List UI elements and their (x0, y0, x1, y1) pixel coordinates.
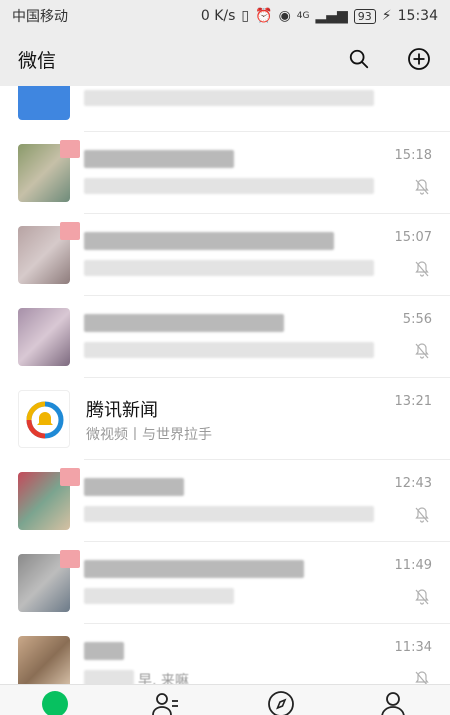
unread-badge (60, 550, 80, 568)
tab-contacts[interactable] (150, 689, 180, 715)
chat-name-redacted (84, 478, 184, 496)
status-bar: 中国移动 0 K/s ▯ ⏰ ◉ 4G ▂▄▆ 93 ⚡ 15:34 (0, 0, 450, 32)
net-speed: 0 K/s (200, 8, 236, 24)
avatar (18, 308, 70, 366)
battery-level: 93 (353, 8, 376, 24)
charging-icon: ⚡ (381, 8, 392, 24)
chat-row-tencent-news[interactable]: 腾讯新闻 微视频丨与世界拉手 13:21 (0, 378, 450, 460)
chat-row[interactable]: 早, 来嘛 11:34 (0, 624, 450, 684)
chat-time: 12:43 (394, 476, 432, 491)
vibrate-icon: ▯ (241, 8, 250, 24)
chat-preview-redacted (84, 90, 374, 106)
unread-badge (60, 222, 80, 240)
mute-bell-icon (415, 589, 429, 605)
chat-time: 15:18 (394, 148, 432, 163)
chat-name-redacted (84, 642, 124, 660)
chat-name-redacted (84, 232, 334, 250)
chat-time: 15:07 (394, 230, 432, 245)
me-person-icon (381, 692, 405, 715)
avatar (18, 86, 70, 120)
chats-tab-icon (42, 691, 68, 715)
eye-icon: ◉ (278, 8, 291, 24)
bottom-tab-bar (0, 684, 450, 715)
alarm-icon: ⏰ (255, 8, 273, 24)
chat-name: 腾讯新闻 (86, 400, 158, 421)
chat-row[interactable]: 5:56 (0, 296, 450, 378)
chat-preview-redacted (84, 670, 134, 684)
tab-chats[interactable] (40, 689, 70, 715)
chat-preview: 微视频丨与世界拉手 (86, 427, 212, 443)
tab-me[interactable] (378, 689, 408, 715)
discover-compass-icon (268, 691, 294, 715)
search-icon[interactable] (346, 46, 372, 72)
avatar (18, 636, 70, 684)
contacts-icon (152, 693, 178, 715)
status-indicators: 0 K/s ▯ ⏰ ◉ 4G ▂▄▆ 93 ⚡ 15:34 (201, 8, 438, 24)
plus-circle-icon[interactable] (406, 46, 432, 72)
chat-name-redacted (84, 560, 304, 578)
chat-time: 13:21 (394, 394, 432, 409)
chat-row[interactable]: 15:07 (0, 214, 450, 296)
chat-time: 11:49 (394, 558, 432, 573)
page-title: 微信 (18, 49, 57, 72)
chat-preview-redacted (84, 260, 374, 276)
chat-name-redacted (84, 314, 284, 332)
mute-bell-icon (415, 179, 429, 195)
mute-bell-icon (415, 343, 429, 359)
app-header: 微信 (0, 32, 450, 86)
chat-preview-fragment: 早, 来嘛 (138, 673, 189, 684)
chat-row[interactable]: 11:49 (0, 542, 450, 624)
chat-list: 15:18 15:07 5:56 腾讯新闻 微视频丨与世界拉手 13:21 12… (0, 86, 450, 684)
mute-bell-icon (415, 507, 429, 523)
signal-icon: ▂▄▆ (315, 8, 348, 24)
chat-time: 11:34 (394, 640, 432, 655)
chat-row[interactable]: 12:43 (0, 460, 450, 542)
tencent-news-logo-avatar (18, 390, 70, 448)
chat-preview-redacted (84, 342, 374, 358)
chat-preview-redacted (84, 588, 234, 604)
unread-badge (60, 468, 80, 486)
network-type: 4G (296, 11, 310, 21)
chat-row[interactable] (0, 86, 450, 132)
chat-preview-redacted (84, 178, 374, 194)
mute-bell-icon (415, 671, 429, 684)
mute-bell-icon (415, 261, 429, 277)
clock: 15:34 (397, 8, 438, 24)
chat-name-redacted (84, 150, 234, 168)
tab-discover[interactable] (266, 689, 296, 715)
carrier-label: 中国移动 (12, 9, 68, 25)
chat-preview-redacted (84, 506, 374, 522)
unread-badge (60, 140, 80, 158)
header-actions (346, 46, 432, 72)
chat-row[interactable]: 15:18 (0, 132, 450, 214)
chat-time: 5:56 (402, 312, 432, 327)
